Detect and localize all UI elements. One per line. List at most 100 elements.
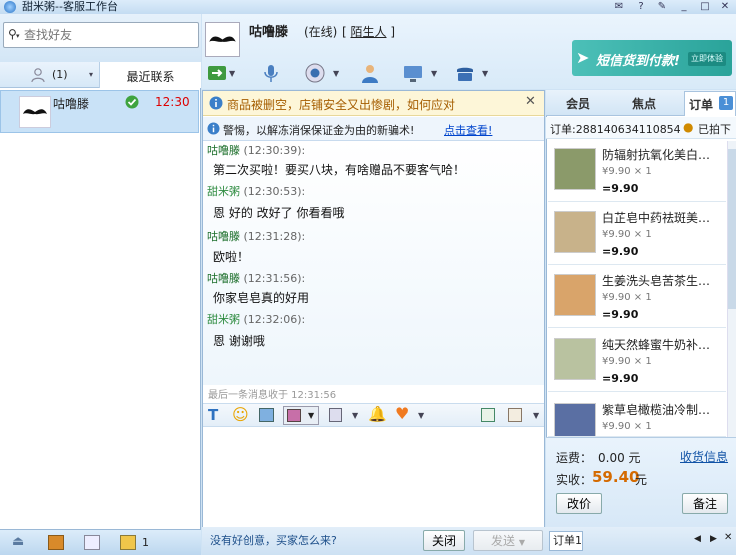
history-icon[interactable] xyxy=(508,408,522,422)
mustache-icon xyxy=(23,109,47,115)
arrow-icon: ➤ xyxy=(576,48,590,67)
next-icon[interactable]: ▶ xyxy=(710,534,717,544)
order-bottom-tab[interactable]: 订单1 xyxy=(549,531,583,551)
mail-icon[interactable]: ✉ xyxy=(610,0,628,13)
product-total: =9.90 xyxy=(602,308,639,321)
tab-orders[interactable]: 订单 1 xyxy=(684,91,736,116)
message-export-icon[interactable] xyxy=(481,408,495,422)
product-title[interactable]: 白芷皂中药祛斑美… xyxy=(602,209,724,226)
chevron-down-icon[interactable]: ▼ xyxy=(482,69,490,78)
settings-icon[interactable]: ✎ xyxy=(653,0,671,13)
left-tabs: (1) ▾ 最近联系 xyxy=(0,62,201,88)
product-title[interactable]: 纯天然蜂蜜牛奶补… xyxy=(602,336,724,353)
close-icon[interactable]: ✕ xyxy=(525,94,536,109)
product-thumbnail xyxy=(554,338,596,380)
image-icon[interactable] xyxy=(259,408,274,422)
chevron-down-icon[interactable]: ▼ xyxy=(533,411,539,420)
screen-share-icon[interactable] xyxy=(402,62,426,86)
left-bottom-bar: ⏏ 1 xyxy=(0,529,201,555)
user-icon xyxy=(31,68,45,83)
minimize-button[interactable]: _ xyxy=(675,0,693,13)
tab-focus[interactable]: 焦点 xyxy=(632,95,656,112)
reprice-button[interactable]: 改价 xyxy=(556,493,602,514)
contacts-count: (1) xyxy=(52,68,68,81)
search-box[interactable]: ⚲ ▾ xyxy=(3,22,199,48)
maximize-button[interactable]: □ xyxy=(696,0,714,13)
customer-service-icon[interactable] xyxy=(359,62,383,86)
close-window-button[interactable]: ✕ xyxy=(716,0,734,13)
tab-recent[interactable]: 最近联系 xyxy=(100,62,201,88)
chevron-down-icon[interactable]: ▾ xyxy=(89,70,93,79)
order-item[interactable]: 生姜洗头皂苦茶生… ¥9.90 × 1 =9.90 xyxy=(548,266,726,328)
stranger-link[interactable]: [ 陌生人 ] xyxy=(342,23,395,40)
scroll-thumb[interactable] xyxy=(728,149,736,309)
tab-members[interactable]: 会员 xyxy=(566,95,590,112)
eject-icon[interactable]: ⏏ xyxy=(12,534,24,549)
product-title[interactable]: 防辐射抗氧化美白… xyxy=(602,146,724,163)
chevron-down-icon[interactable]: ▼ xyxy=(308,411,314,420)
voice-icon[interactable] xyxy=(260,62,284,86)
message-text: 你家皂皂真的好用 xyxy=(213,291,310,305)
alert-text[interactable]: 商品被删空，店铺安全又出惨剧，如何应对 xyxy=(227,96,455,113)
video-icon[interactable] xyxy=(304,62,328,86)
paid-value: 59.40 xyxy=(592,468,640,486)
message-input[interactable] xyxy=(203,427,544,527)
contact-item[interactable]: 咕噜滕 12:30 xyxy=(0,90,199,133)
prev-icon[interactable]: ◀ xyxy=(694,534,701,544)
info-icon xyxy=(207,122,220,135)
shipping-info-link[interactable]: 收货信息 xyxy=(680,448,728,465)
screenshot-button[interactable]: ▼ xyxy=(283,406,319,425)
promo-banner[interactable]: ➤ 短信货到付款! 立即体验 xyxy=(572,40,732,76)
toolbox-icon[interactable] xyxy=(48,535,64,550)
order-id-row: 订单:288140634110854 ● 已拍下 xyxy=(546,117,736,139)
message-box-icon[interactable] xyxy=(120,535,136,550)
tools-icon[interactable] xyxy=(84,535,100,550)
font-icon[interactable]: T xyxy=(208,406,218,424)
chevron-down-icon[interactable]: ▼ xyxy=(418,411,424,420)
security-icon[interactable] xyxy=(454,62,478,86)
message-header: 咕噜滕 (12:31:28): xyxy=(207,230,306,243)
chat-contact-status: (在线) xyxy=(304,25,338,39)
transfer-icon[interactable] xyxy=(206,62,230,86)
close-button[interactable]: 关闭 xyxy=(423,530,465,551)
quick-reply-icon[interactable] xyxy=(329,408,342,422)
chevron-down-icon[interactable]: ▼ xyxy=(229,69,237,78)
message-text: 恩 谢谢哦 xyxy=(213,334,265,348)
tip-link[interactable]: 没有好创意，买家怎么来? xyxy=(210,532,337,548)
note-button[interactable]: 备注 xyxy=(682,493,728,514)
app-logo-icon xyxy=(4,1,16,13)
bell-icon[interactable]: 🔔 xyxy=(368,405,387,423)
promo-button[interactable]: 立即体验 xyxy=(688,52,726,66)
order-scrollbar[interactable] xyxy=(727,141,736,437)
warning-bar: 警惕，以解冻消保保证金为由的新骗术! 点击查看! xyxy=(203,117,544,141)
right-tabs: 会员 焦点 订单 1 xyxy=(546,90,736,116)
shipping-label: 运费： xyxy=(556,451,593,465)
close-icon[interactable]: ✕ xyxy=(724,532,732,543)
emoji-icon[interactable]: ☺ xyxy=(232,405,249,424)
help-icon[interactable]: ? xyxy=(632,0,650,13)
product-title[interactable]: 生姜洗头皂苦茶生… xyxy=(602,272,724,289)
chevron-down-icon[interactable]: ▼ xyxy=(352,411,358,420)
warning-link[interactable]: 点击查看! xyxy=(444,122,492,138)
chevron-down-icon[interactable]: ▼ xyxy=(519,538,525,547)
order-item[interactable]: 防辐射抗氧化美白… ¥9.90 × 1 =9.90 xyxy=(548,140,726,202)
product-title[interactable]: 紫草皂橄榄油冷制… xyxy=(602,401,724,418)
paid-unit: 元 xyxy=(635,473,648,487)
order-item[interactable]: 紫草皂橄榄油冷制… ¥9.90 × 1 xyxy=(548,395,726,437)
order-item[interactable]: 纯天然蜂蜜牛奶补… ¥9.90 × 1 =9.90 xyxy=(548,330,726,392)
screenshot-icon xyxy=(287,409,301,422)
chevron-down-icon[interactable]: ▼ xyxy=(431,69,439,78)
chat-toolbar: ▼ ▼ ▼ ▼ xyxy=(202,60,502,88)
order-item[interactable]: 白芷皂中药祛斑美… ¥9.90 × 1 =9.90 xyxy=(548,203,726,265)
search-dropdown-icon[interactable]: ▾ xyxy=(16,32,20,40)
alert-bar[interactable]: 商品被删空，店铺安全又出惨剧，如何应对 ✕ xyxy=(203,91,544,116)
send-button[interactable]: 发送 ▼ xyxy=(473,530,543,551)
heart-icon[interactable]: ♥ xyxy=(395,404,409,423)
chevron-down-icon[interactable]: ▼ xyxy=(333,69,341,78)
input-toolbar: T ☺ ▼ ▼ 🔔 ♥ ▼ ▼ xyxy=(203,403,544,427)
product-price: ¥9.90 × 1 xyxy=(602,166,652,177)
order-status: 已拍下 xyxy=(698,123,731,136)
search-input[interactable] xyxy=(24,27,194,43)
message-list: 咕噜滕 (12:30:39): 第二次买啦！要买八块，有啥赠品不要客气哈！ 甜米… xyxy=(203,141,544,385)
tab-contacts[interactable]: (1) ▾ xyxy=(0,62,100,88)
